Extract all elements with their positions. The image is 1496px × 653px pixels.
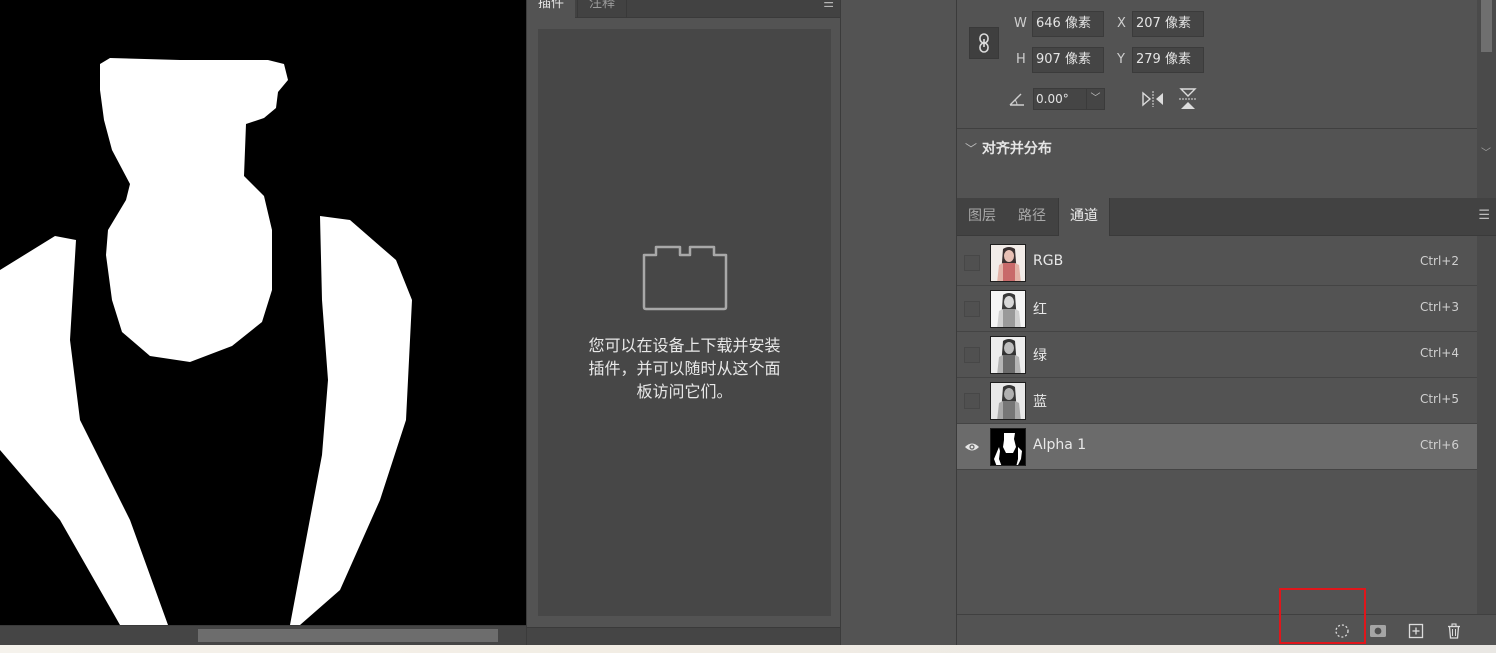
visibility-toggle[interactable]: [964, 347, 980, 363]
eye-icon[interactable]: [964, 439, 980, 455]
panel-dock-gap: [841, 0, 956, 645]
tab-paths[interactable]: 路径: [1007, 198, 1057, 236]
plugins-message-line1: 您可以在设备上下载并安装: [588, 336, 781, 355]
channel-row-blue[interactable]: 蓝 Ctrl+5: [957, 378, 1477, 424]
properties-scroll-thumb[interactable]: [1481, 0, 1492, 52]
y-field[interactable]: 279 像素: [1132, 47, 1204, 73]
x-field[interactable]: 207 像素: [1132, 11, 1204, 37]
visibility-toggle[interactable]: [964, 255, 980, 271]
height-field[interactable]: 907 像素: [1032, 47, 1104, 73]
plugins-message: 您可以在设备上下载并安装 插件，并可以随时从这个面 板访问它们。: [558, 334, 811, 403]
properties-separator: [957, 128, 1477, 129]
save-selection-icon[interactable]: [1367, 621, 1389, 641]
flip-horizontal-icon[interactable]: [1141, 90, 1165, 108]
chevron-down-icon[interactable]: ﹀: [1481, 144, 1491, 159]
channel-thumbnail: [990, 290, 1026, 328]
channel-shortcut: Ctrl+2: [1419, 254, 1459, 268]
channel-name: 绿: [1033, 348, 1047, 364]
properties-panel: W 646 像素 X 207 像素 H 907 像素 Y 279 像素 0.00…: [956, 0, 1496, 198]
channels-tab-bar: 图层 路径 通道 ☰: [957, 198, 1496, 236]
plugins-tab-bar: 插件 注释 ☰: [527, 0, 840, 18]
visibility-toggle[interactable]: [964, 301, 980, 317]
width-label: W: [1014, 16, 1027, 31]
channel-row-alpha-1[interactable]: Alpha 1 Ctrl+6: [957, 424, 1477, 470]
chevron-down-icon: ﹀: [965, 142, 978, 156]
channel-thumbnail: [990, 336, 1026, 374]
height-label: H: [1016, 52, 1026, 67]
tab-plugins[interactable]: 插件: [527, 0, 576, 18]
angle-icon: [1009, 93, 1024, 106]
visibility-toggle[interactable]: [964, 393, 980, 409]
x-label: X: [1117, 16, 1126, 31]
plugins-panel-footer: [527, 627, 840, 645]
channel-shortcut: Ctrl+3: [1419, 300, 1459, 314]
channel-shortcut: Ctrl+5: [1419, 392, 1459, 406]
tab-notes[interactable]: 注释: [577, 0, 628, 18]
channel-name: RGB: [1033, 253, 1064, 269]
chain-link-icon: [979, 33, 989, 53]
channel-row-red[interactable]: 红 Ctrl+3: [957, 286, 1477, 332]
new-channel-icon[interactable]: [1405, 621, 1427, 641]
channel-thumbnail: [990, 244, 1026, 282]
channels-footer-toolbar: [957, 614, 1496, 645]
channel-thumbnail: [990, 428, 1026, 466]
section-title: 对齐并分布: [981, 141, 1052, 157]
delete-channel-icon[interactable]: [1443, 621, 1465, 641]
alpha-mask-image: [0, 58, 412, 625]
y-label: Y: [1117, 52, 1125, 67]
align-distribute-section[interactable]: ﹀ 对齐并分布: [965, 138, 1052, 158]
flip-vertical-icon[interactable]: [1178, 87, 1198, 111]
plugins-panel: 插件 注释 ☰ 您可以在设备上下载并安装 插件，并可以随时从这个面 板访问它们。: [526, 0, 841, 645]
canvas-scroll-thumb[interactable]: [198, 629, 498, 642]
document-canvas[interactable]: [0, 0, 526, 625]
channel-thumbnail: [990, 382, 1026, 420]
desktop-taskbar-edge: [0, 645, 1496, 653]
plugins-empty-state: 您可以在设备上下载并安装 插件，并可以随时从这个面 板访问它们。: [538, 29, 831, 616]
chevron-down-icon[interactable]: ﹀: [1086, 89, 1104, 109]
channel-row-green[interactable]: 绿 Ctrl+4: [957, 332, 1477, 378]
channels-scrollbar[interactable]: [1477, 236, 1496, 614]
width-field[interactable]: 646 像素: [1032, 11, 1104, 37]
angle-field[interactable]: 0.00° ﹀: [1033, 88, 1105, 110]
panel-menu-icon[interactable]: ☰: [1478, 208, 1490, 223]
channel-name: 蓝: [1033, 394, 1047, 410]
plugins-message-line3: 板访问它们。: [636, 382, 733, 401]
link-dimensions-button[interactable]: [969, 27, 999, 59]
angle-value: 0.00°: [1036, 92, 1069, 106]
properties-scrollbar[interactable]: ﹀: [1477, 0, 1496, 198]
canvas-horizontal-scrollbar[interactable]: [0, 625, 526, 645]
channels-panel: 图层 路径 通道 ☰ RGB Ctrl+2 红 Ctrl+3 绿 Ctrl+4: [956, 198, 1496, 645]
channel-name: Alpha 1: [1033, 437, 1087, 453]
channel-name: 红: [1033, 302, 1047, 318]
plugin-block-icon: [642, 245, 728, 311]
highlight-annotation-box: [1279, 588, 1366, 644]
channel-shortcut: Ctrl+6: [1419, 438, 1459, 452]
channel-row-rgb[interactable]: RGB Ctrl+2: [957, 240, 1477, 286]
channel-shortcut: Ctrl+4: [1419, 346, 1459, 360]
plugins-message-line2: 插件，并可以随时从这个面: [588, 359, 781, 378]
tab-layers[interactable]: 图层: [957, 198, 1007, 236]
panel-menu-icon[interactable]: ☰: [823, 0, 834, 10]
tab-channels[interactable]: 通道: [1058, 198, 1110, 236]
